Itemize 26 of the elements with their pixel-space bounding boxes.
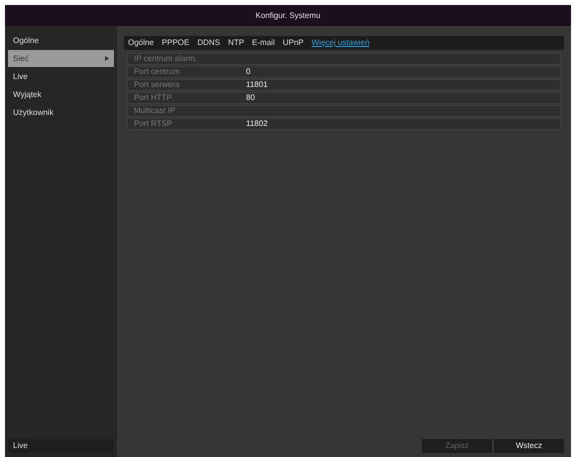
tab[interactable]: PPPOE xyxy=(160,37,192,49)
field-label: IP centrum alarm. xyxy=(133,53,198,65)
field-label: Port centrum xyxy=(133,66,181,78)
field-value[interactable]: 80 xyxy=(246,92,255,104)
sidebar-footer: Live xyxy=(8,439,114,453)
sidebar-item[interactable]: Sieć xyxy=(8,50,114,67)
action-button[interactable]: Wstecz xyxy=(494,439,564,453)
tab[interactable]: Więcej ustawień xyxy=(310,37,372,49)
tab[interactable]: E-mail xyxy=(250,37,277,49)
field-value[interactable]: 11802 xyxy=(246,118,268,130)
caret-icon xyxy=(105,56,109,61)
field-value[interactable]: 0 xyxy=(246,66,250,78)
tab[interactable]: DDNS xyxy=(195,37,222,49)
tab[interactable]: UPnP xyxy=(280,37,306,49)
sidebar-item[interactable]: Użytkownik xyxy=(8,104,114,121)
field-label: Port HTTP xyxy=(133,92,173,104)
sidebar-item[interactable]: Ogólne xyxy=(8,32,114,49)
field-value[interactable]: 11801 xyxy=(246,79,268,91)
field-label: Port serwera xyxy=(133,79,180,91)
tab[interactable]: Ogólne xyxy=(126,37,156,49)
field-label: Port RTSP xyxy=(133,118,174,130)
tab[interactable]: NTP xyxy=(226,37,246,49)
window-title: Konfigur. Systemu xyxy=(256,10,320,22)
sidebar-item[interactable]: Live xyxy=(8,68,114,85)
field-label: Multicast IP xyxy=(133,105,176,117)
sidebar-item[interactable]: Wyjątek xyxy=(8,86,114,103)
